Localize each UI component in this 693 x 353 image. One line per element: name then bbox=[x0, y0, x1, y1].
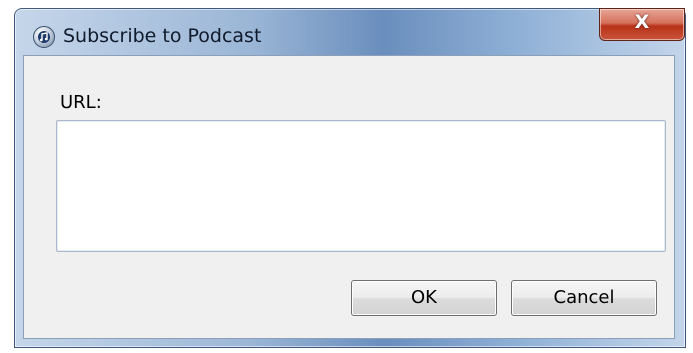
ok-button[interactable]: OK bbox=[351, 280, 497, 316]
title-bar[interactable]: Subscribe to Podcast X bbox=[15, 8, 685, 55]
url-label: URL: bbox=[60, 92, 102, 113]
url-input[interactable] bbox=[56, 120, 666, 252]
window-title: Subscribe to Podcast bbox=[63, 25, 262, 47]
subscribe-dialog: Subscribe to Podcast X URL: OK Cancel bbox=[14, 8, 686, 348]
dialog-body: URL: OK Cancel bbox=[23, 55, 675, 339]
close-icon: X bbox=[634, 11, 650, 33]
close-button[interactable]: X bbox=[599, 8, 685, 41]
cancel-button[interactable]: Cancel bbox=[511, 280, 657, 316]
podcast-app-icon bbox=[33, 26, 55, 48]
